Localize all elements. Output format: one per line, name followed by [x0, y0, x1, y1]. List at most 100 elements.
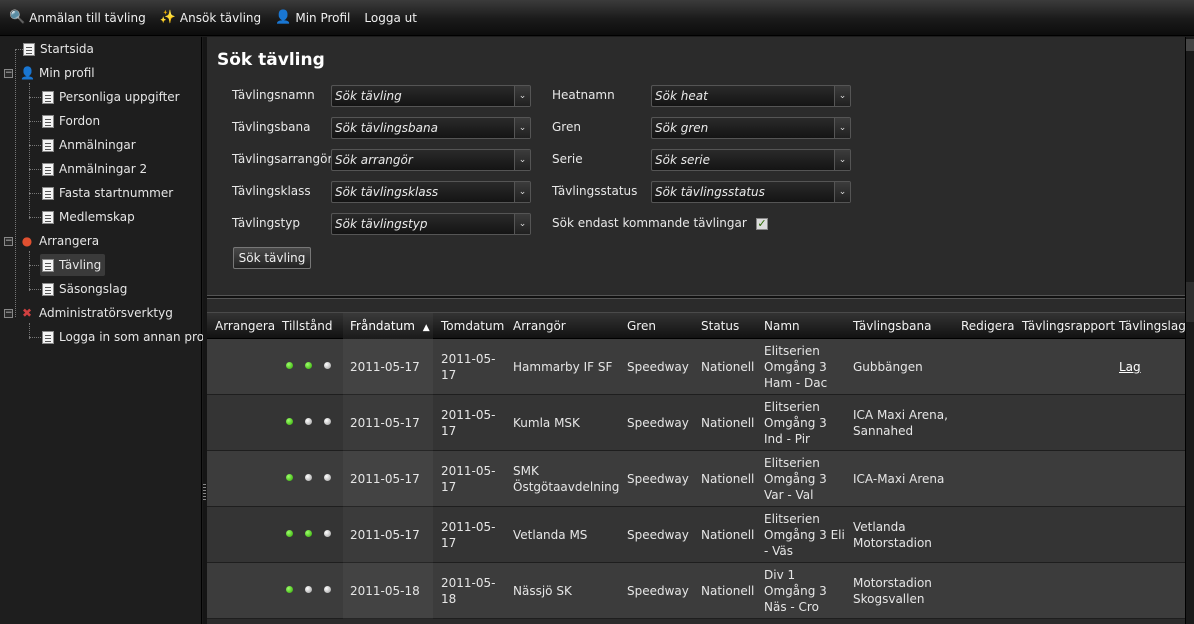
sidebar-item-arrangera[interactable]: ● Arrangera — [20, 230, 99, 252]
sidebar-item-fasta-startnummer[interactable]: Fasta startnummer — [42, 182, 173, 204]
sidebar-item-tavling[interactable]: Tävling — [40, 254, 106, 276]
document-icon — [42, 162, 54, 176]
scroll-up-button[interactable] — [1186, 39, 1194, 51]
col-tomdatum[interactable]: Tomdatum — [441, 319, 504, 333]
sidebar-item-sasongslag[interactable]: Säsongslag — [42, 278, 127, 300]
tree-line — [29, 97, 41, 98]
cell-arrangor-line: Hammarby IF SF — [513, 360, 613, 374]
col-tavlingsbana[interactable]: Tävlingsbana — [853, 319, 931, 333]
upcoming-only-label: Sök endast kommande tävlingar — [552, 216, 747, 230]
tavlingsstatus-combobox[interactable]: Sök tävlingsstatus ⌄ — [651, 181, 851, 203]
cell-gren: Speedway — [627, 471, 689, 487]
chevron-down-icon[interactable]: ⌄ — [514, 150, 530, 170]
col-tillstand[interactable]: Tillstånd — [282, 319, 333, 333]
table-row[interactable]: 2011-05-18 2011-05- 18 Nässjö SK Speedway Nat… — [207, 563, 1185, 619]
sidebar-item-logga-in-som-annan[interactable]: Logga in som annan profil — [42, 326, 215, 348]
sidebar-item-anmalningar-2[interactable]: Anmälningar 2 — [42, 158, 147, 180]
cell-namn-line: Ind - Pir — [764, 432, 810, 446]
sidebar-item-personliga-uppgifter[interactable]: Personliga uppgifter — [42, 86, 180, 108]
col-tavlingslag[interactable]: Tävlingslag — [1119, 319, 1186, 333]
sidebar-item-label: Anmälningar 2 — [59, 162, 148, 176]
collapse-arrangera[interactable]: − — [4, 237, 13, 246]
tavlingsklass-input[interactable]: Sök tävlingsklass — [332, 185, 514, 199]
collapse-admin[interactable]: − — [4, 309, 13, 318]
tavlingsnamn-input[interactable]: Sök tävling — [332, 89, 514, 103]
heatnamn-combobox[interactable]: Sök heat ⌄ — [651, 85, 851, 107]
page-title: Sök tävling — [217, 50, 325, 70]
table-row[interactable]: 2011-05-17 2011-05- 17 Kumla MSK Speedway Nat… — [207, 395, 1185, 451]
table-row[interactable]: 2011-05-17 2011-05- 17 Hammarby IF SF Speedw… — [207, 339, 1185, 395]
sidebar-item-startsida[interactable]: Startsida — [23, 38, 94, 60]
cell-namn: Elitserien Omgång 3 Var - Val — [764, 455, 827, 503]
col-frandatum[interactable]: Fråndatum ▲ — [350, 319, 430, 333]
search-competition-button[interactable]: Sök tävling — [233, 247, 311, 269]
section-divider[interactable] — [207, 295, 1185, 299]
gren-input[interactable]: Sök gren — [652, 121, 834, 135]
chevron-down-icon[interactable]: ⌄ — [514, 214, 530, 234]
tavlingsstatus-input[interactable]: Sök tävlingsstatus — [652, 185, 834, 199]
cell-namn-line: Omgång 3 — [764, 360, 827, 374]
sidebar-item-min-profil[interactable]: 👤 Min profil — [20, 62, 95, 84]
tavlingstyp-combobox[interactable]: Sök tävlingstyp ⌄ — [331, 213, 531, 235]
cell-tomdatum: 2011-05- 18 — [441, 575, 495, 607]
cell-namn-line: Omgång 3 — [764, 472, 827, 486]
sidebar-item-label: Säsongslag — [59, 282, 128, 296]
gren-combobox[interactable]: Sök gren ⌄ — [651, 117, 851, 139]
tavlingsnamn-combobox[interactable]: Sök tävling ⌄ — [331, 85, 531, 107]
field-label-serie: Serie — [552, 152, 583, 166]
col-status[interactable]: Status — [701, 319, 739, 333]
scroll-track[interactable] — [1186, 282, 1194, 322]
col-gren[interactable]: Gren — [627, 319, 656, 333]
apply-competition-label: Ansök tävling — [179, 10, 262, 25]
cell-namn-line: Elitserien — [764, 344, 820, 358]
sidebar-item-fordon[interactable]: Fordon — [42, 110, 100, 132]
sidebar-item-label: Min profil — [39, 66, 95, 80]
cell-gren: Speedway — [627, 583, 689, 599]
logout-link[interactable]: Logga ut — [364, 11, 417, 25]
arrangor-input[interactable]: Sök arrangör — [332, 153, 514, 167]
chevron-down-icon[interactable]: ⌄ — [514, 86, 530, 106]
tavlingsklass-combobox[interactable]: Sök tävlingsklass ⌄ — [331, 181, 531, 203]
chevron-down-icon[interactable]: ⌄ — [834, 118, 850, 138]
splitter-grip[interactable] — [203, 484, 206, 502]
team-link[interactable]: Lag — [1119, 359, 1141, 375]
tavlingsbana-input[interactable]: Sök tävlingsbana — [332, 121, 514, 135]
cell-namn-line: Omgång 3 Eli — [764, 528, 845, 542]
status-light-icon — [305, 418, 312, 425]
col-arrangor[interactable]: Arrangör — [513, 319, 566, 333]
chevron-down-icon[interactable]: ⌄ — [834, 150, 850, 170]
col-arrangera[interactable]: Arrangera — [215, 319, 275, 333]
chevron-down-icon[interactable]: ⌄ — [514, 182, 530, 202]
tavlingstyp-input[interactable]: Sök tävlingstyp — [332, 217, 514, 231]
vertical-scrollbar[interactable] — [1185, 37, 1194, 624]
chevron-down-icon[interactable]: ⌄ — [834, 182, 850, 202]
col-tavlingsrapport[interactable]: Tävlingsrapport — [1022, 319, 1115, 333]
col-namn[interactable]: Namn — [764, 319, 800, 333]
document-icon — [42, 258, 54, 272]
heatnamn-input[interactable]: Sök heat — [652, 89, 834, 103]
sidebar-item-medlemskap[interactable]: Medlemskap — [42, 206, 135, 228]
serie-input[interactable]: Sök serie — [652, 153, 834, 167]
my-profile-link[interactable]: 👤 Min Profil — [275, 10, 350, 25]
chevron-down-icon[interactable]: ⌄ — [834, 86, 850, 106]
tree-line — [29, 169, 41, 170]
sidebar-item-administratorsverktyg[interactable]: ✖ Administratörsverktyg — [20, 302, 173, 324]
serie-combobox[interactable]: Sök serie ⌄ — [651, 149, 851, 171]
tree-line — [15, 49, 23, 50]
enter-competition-link[interactable]: 🔍 Anmälan till tävling — [9, 10, 146, 25]
tavlingsbana-combobox[interactable]: Sök tävlingsbana ⌄ — [331, 117, 531, 139]
cell-namn-line: Ham - Dac — [764, 376, 828, 390]
cell-gren: Speedway — [627, 359, 689, 375]
chevron-down-icon[interactable]: ⌄ — [514, 118, 530, 138]
col-redigera[interactable]: Redigera — [961, 319, 1014, 333]
table-row[interactable]: 2011-05-17 2011-05- 17 Vetlanda MS Speedway N… — [207, 507, 1185, 563]
apply-competition-link[interactable]: ✨ Ansök tävling — [160, 10, 261, 25]
sidebar-item-anmalningar[interactable]: Anmälningar — [42, 134, 136, 156]
cell-tavlingsbana: Gubbängen — [853, 359, 923, 375]
logout-label: Logga ut — [364, 10, 417, 25]
arrangor-combobox[interactable]: Sök arrangör ⌄ — [331, 149, 531, 171]
collapse-min-profil[interactable]: − — [4, 69, 13, 78]
upcoming-only-checkbox[interactable]: ✓ — [756, 218, 768, 230]
field-label-tavlingsnamn: Tävlingsnamn — [232, 88, 315, 102]
table-row[interactable]: 2011-05-17 2011-05- 17 SMK Östgötaavdelning S… — [207, 451, 1185, 507]
